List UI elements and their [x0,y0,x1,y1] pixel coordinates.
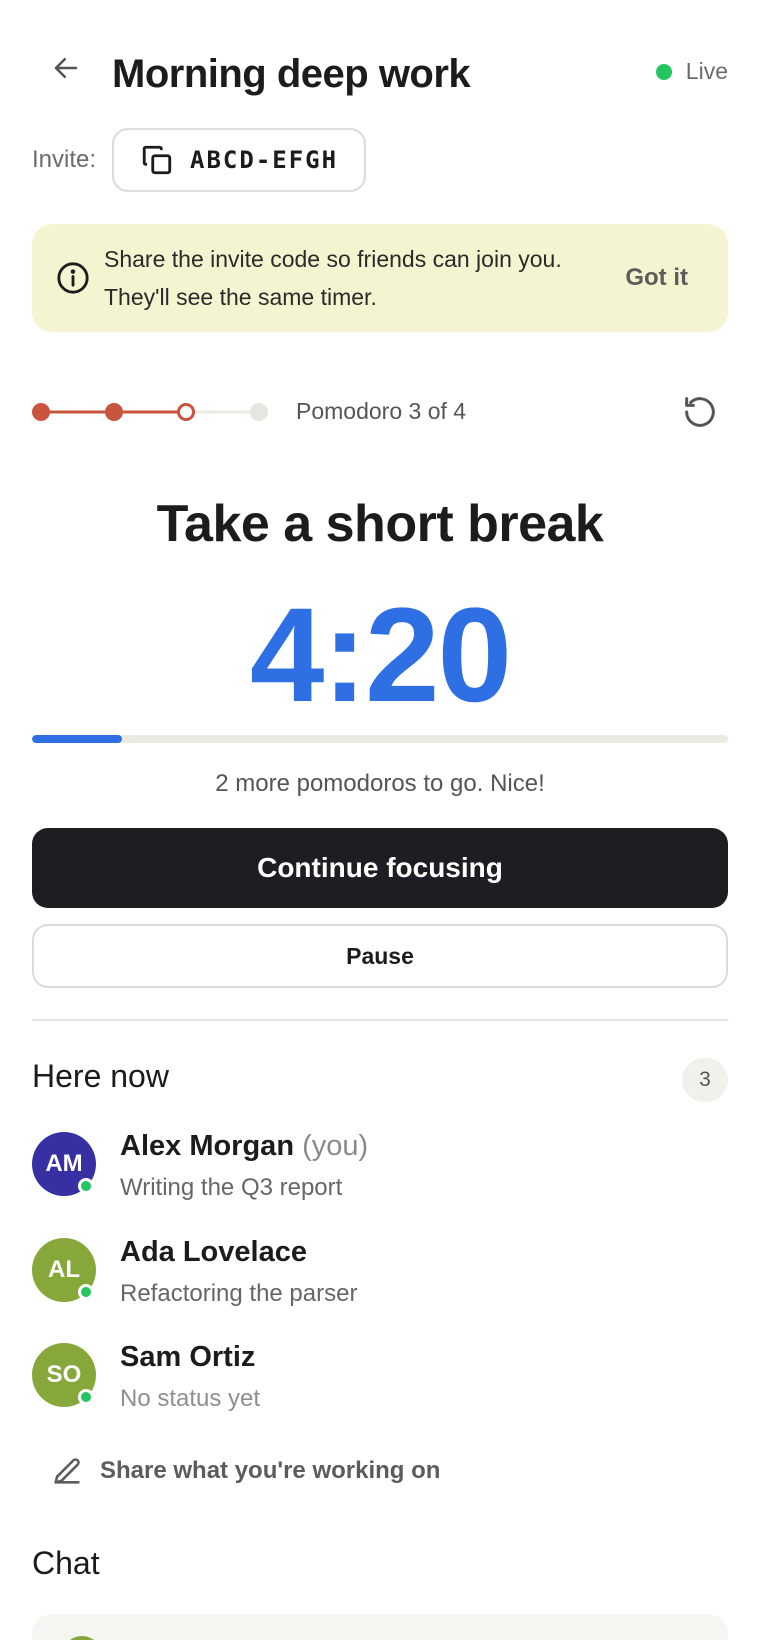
member-name: Alex Morgan (you) [120,1130,368,1163]
chat-card [32,1614,728,1640]
arrow-left-icon [54,58,78,78]
member-name-text: Alex Morgan [120,1130,295,1162]
invite-code: ABCD-EFGH [190,146,339,174]
share-status-button[interactable]: Share what you're working on [50,1454,440,1488]
online-status-icon [78,1178,94,1194]
you-label: (you) [302,1130,369,1162]
divider [32,1019,728,1021]
phase-title: Take a short break [156,495,604,553]
live-label: Live [685,58,728,84]
info-icon [57,262,89,294]
live-dot-icon [655,63,672,80]
steps-label: Pomodoro 3 of 4 [296,398,467,424]
timer-progress-fill [32,735,123,743]
chat-title: Chat [32,1545,100,1581]
back-button[interactable] [42,44,90,92]
online-status-icon [78,1284,94,1300]
restart-icon [685,397,715,427]
member-name: Ada Lovelace [120,1236,307,1268]
invite-label: Invite: [32,146,97,173]
info-banner: Share the invite code so friends can joi… [32,224,728,332]
countdown-timer: 4:20 [249,581,512,730]
steps-track [32,403,268,421]
online-status-icon [78,1389,94,1405]
step-3-current [177,403,195,421]
invite-row: Invite: ABCD-EFGH [32,128,367,192]
header: Morning deep work Live [32,0,728,126]
copy-invite-code-button[interactable]: ABCD-EFGH [112,128,367,192]
member-row: SO Sam Ortiz No status yet [32,1341,728,1433]
member-status: Refactoring the parser [120,1280,358,1307]
progress-hint: 2 more pomodoros to go. Nice! [215,770,545,797]
pomodoro-steps: Pomodoro 3 of 4 [32,392,728,432]
live-indicator: Live [655,58,728,85]
member-row: AL Ada Lovelace Refactoring the parser [32,1236,728,1328]
member-row: AM Alex Morgan (you) Writing the Q3 repo… [32,1130,728,1222]
step-1-done [32,403,50,421]
member-status: No status yet [120,1385,261,1412]
pencil-icon [54,1458,80,1484]
banner-text: Share the invite code so friends can joi… [104,246,562,310]
page-title: Morning deep work [112,52,471,96]
session-screen: Morning deep work Live Invite: ABCD-EFGH… [0,0,760,1640]
member-name: Sam Ortiz [120,1341,256,1373]
member-count-badge: 3 [682,1058,728,1102]
here-now-title: Here now [32,1058,169,1094]
chat-avatar [62,1636,102,1640]
member-status: Writing the Q3 report [120,1174,343,1201]
copy-icon [142,145,172,175]
pause-button[interactable]: Pause [32,924,728,988]
step-2-done [105,403,123,421]
restart-button[interactable] [680,392,720,432]
continue-focusing-button[interactable]: Continue focusing [32,828,728,908]
timer-progress-bar [32,735,728,743]
step-4-pending [250,403,268,421]
share-status-label: Share what you're working on [100,1457,441,1484]
got-it-button[interactable]: Got it [625,264,688,292]
